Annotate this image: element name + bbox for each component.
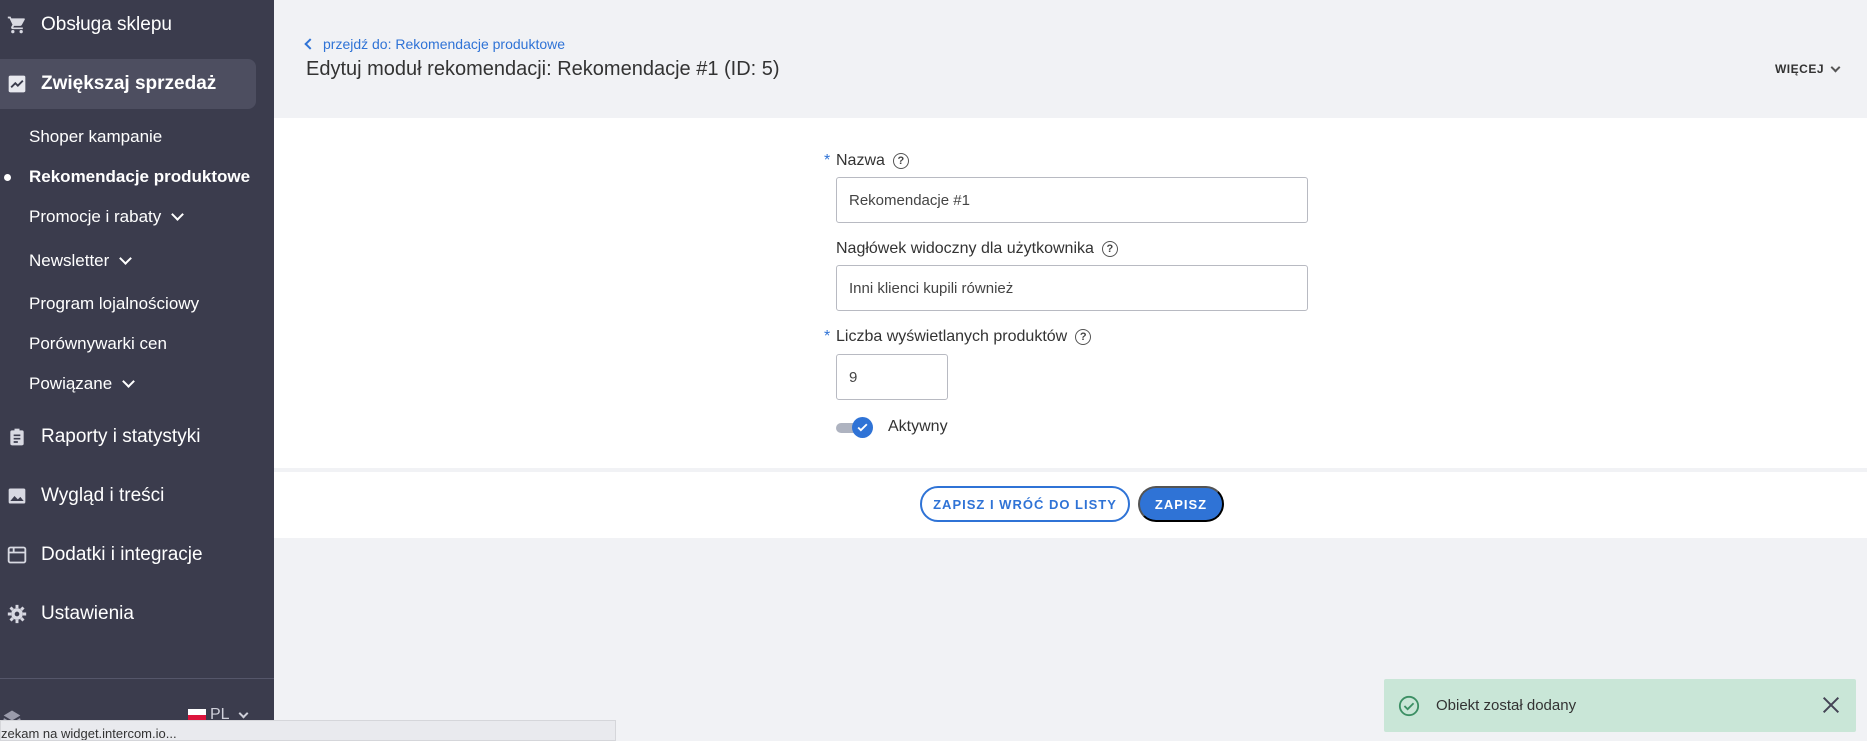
nav-item-wyglad-i-tresci[interactable]: Wygląd i treści (0, 471, 164, 521)
count-input[interactable]: 9 (836, 354, 948, 400)
browser-status-bar: zekam na widget.intercom.io... (0, 720, 616, 741)
nav-item-label: Raporty i statystyki (41, 426, 201, 447)
nav-item-label: Ustawienia (41, 603, 134, 624)
form-card: * Nazwa ? Rekomendacje #1 Nagłówek widoc… (274, 118, 1867, 468)
chevron-down-icon (1830, 62, 1841, 72)
sidebar-subitem-label: Rekomendacje produktowe (29, 167, 251, 186)
back-link[interactable]: przejdź do: Rekomendacje produktowe (304, 36, 566, 52)
nav-item-obsluga-sklepu[interactable]: Obsługa sklepu (0, 0, 172, 50)
calendar-icon (5, 543, 29, 567)
more-button[interactable]: WIĘCEJ (1774, 62, 1841, 76)
clipboard-icon (5, 425, 29, 449)
chevron-left-icon (304, 38, 316, 50)
input-value: Rekomendacje #1 (849, 191, 970, 209)
label-text: Nazwa (836, 152, 885, 169)
name-field-label: * Nazwa ? (824, 152, 909, 170)
sidebar-subitem-label: Newsletter (29, 251, 110, 270)
help-icon[interactable]: ? (1101, 241, 1118, 257)
nav-item-label: Wygląd i treści (41, 485, 165, 506)
sidebar-subitem-label: Powiązane (29, 374, 113, 393)
nav-item-raporty-i-statystyki[interactable]: Raporty i statystyki (0, 412, 200, 462)
sidebar-subitem-program-lojalnosciowy[interactable]: Program lojalnościowy (29, 294, 199, 314)
actions-bar: ZAPISZ I WRÓĆ DO LISTY ZAPISZ (274, 472, 1867, 538)
chevron-down-icon (122, 374, 136, 388)
count-field-label: * Liczba wyświetlanych produktów ? (824, 328, 1092, 346)
name-input[interactable]: Rekomendacje #1 (836, 177, 1308, 223)
sidebar-subitem-shoper-kampanie[interactable]: Shoper kampanie (29, 127, 162, 147)
chevron-down-icon (119, 251, 133, 265)
header-input[interactable]: Inni klienci kupili również (836, 265, 1308, 311)
help-icon[interactable]: ? (892, 153, 909, 169)
nav-item-zwiekszaj-sprzedaz[interactable]: Zwiększaj sprzedaż (0, 59, 256, 109)
check-circle-icon (1398, 695, 1420, 716)
input-value: 9 (849, 368, 858, 386)
label-text: Liczba wyświetlanych produktów (836, 328, 1068, 345)
page-header: przejdź do: Rekomendacje produktowe Edyt… (274, 0, 1867, 118)
chevron-down-icon (171, 207, 185, 221)
current-indicator-dot (4, 174, 11, 181)
check-icon (857, 423, 868, 432)
help-icon[interactable]: ? (1075, 329, 1092, 345)
save-button[interactable]: ZAPISZ (1138, 486, 1224, 522)
input-value: Inni klienci kupili również (849, 279, 1014, 297)
sidebar-subitem-newsletter[interactable]: Newsletter (29, 251, 133, 271)
active-toggle-label: Aktywny (888, 418, 948, 435)
cart-icon (5, 13, 29, 37)
sidebar-subitem-label: Program lojalnościowy (29, 294, 200, 313)
sidebar-divider (0, 678, 274, 679)
active-toggle[interactable] (836, 417, 873, 438)
chevron-down-icon (238, 708, 249, 718)
header-field-label: Nagłówek widoczny dla użytkownika ? (836, 240, 1118, 258)
trending-up-icon (5, 72, 29, 96)
sidebar-subitem-promocje-i-rabaty[interactable]: Promocje i rabaty (29, 207, 185, 227)
sidebar-subitem-label: Porównywarki cen (29, 334, 167, 353)
nav-item-ustawienia[interactable]: Ustawienia (0, 589, 134, 639)
label-text: Nagłówek widoczny dla użytkownika (836, 240, 1094, 257)
nav-item-dodatki-i-integracje[interactable]: Dodatki i integracje (0, 530, 203, 580)
image-icon (5, 484, 29, 508)
nav-item-label: Obsługa sklepu (41, 14, 172, 35)
back-link-label: przejdź do: Rekomendacje produktowe (323, 36, 566, 52)
sidebar-subitem-label: Shoper kampanie (29, 127, 163, 146)
toggle-knob (852, 417, 873, 438)
save-and-back-button[interactable]: ZAPISZ I WRÓĆ DO LISTY (920, 486, 1130, 522)
sidebar-subitem-label: Promocje i rabaty (29, 207, 162, 226)
required-marker: * (824, 328, 831, 345)
sidebar-subitem-powiazane[interactable]: Powiązane (29, 374, 136, 394)
required-marker: * (824, 152, 831, 169)
success-toast: Obiekt został dodany (1384, 679, 1856, 732)
gear-icon (5, 602, 29, 626)
sidebar-subitem-porownywarki-cen[interactable]: Porównywarki cen (29, 334, 167, 354)
page-title: Edytuj moduł rekomendacji: Rekomendacje … (306, 58, 780, 80)
sidebar-subitem-rekomendacje-produktowe[interactable]: Rekomendacje produktowe (29, 167, 250, 187)
nav-item-label: Zwiększaj sprzedaż (41, 73, 217, 94)
more-button-label: WIĘCEJ (1774, 62, 1824, 76)
close-icon[interactable] (1820, 694, 1842, 716)
sidebar: Obsługa sklepu Zwiększaj sprzedaż Shoper… (0, 0, 274, 741)
toast-message: Obiekt został dodany (1436, 697, 1577, 714)
nav-item-label: Dodatki i integracje (41, 544, 203, 565)
